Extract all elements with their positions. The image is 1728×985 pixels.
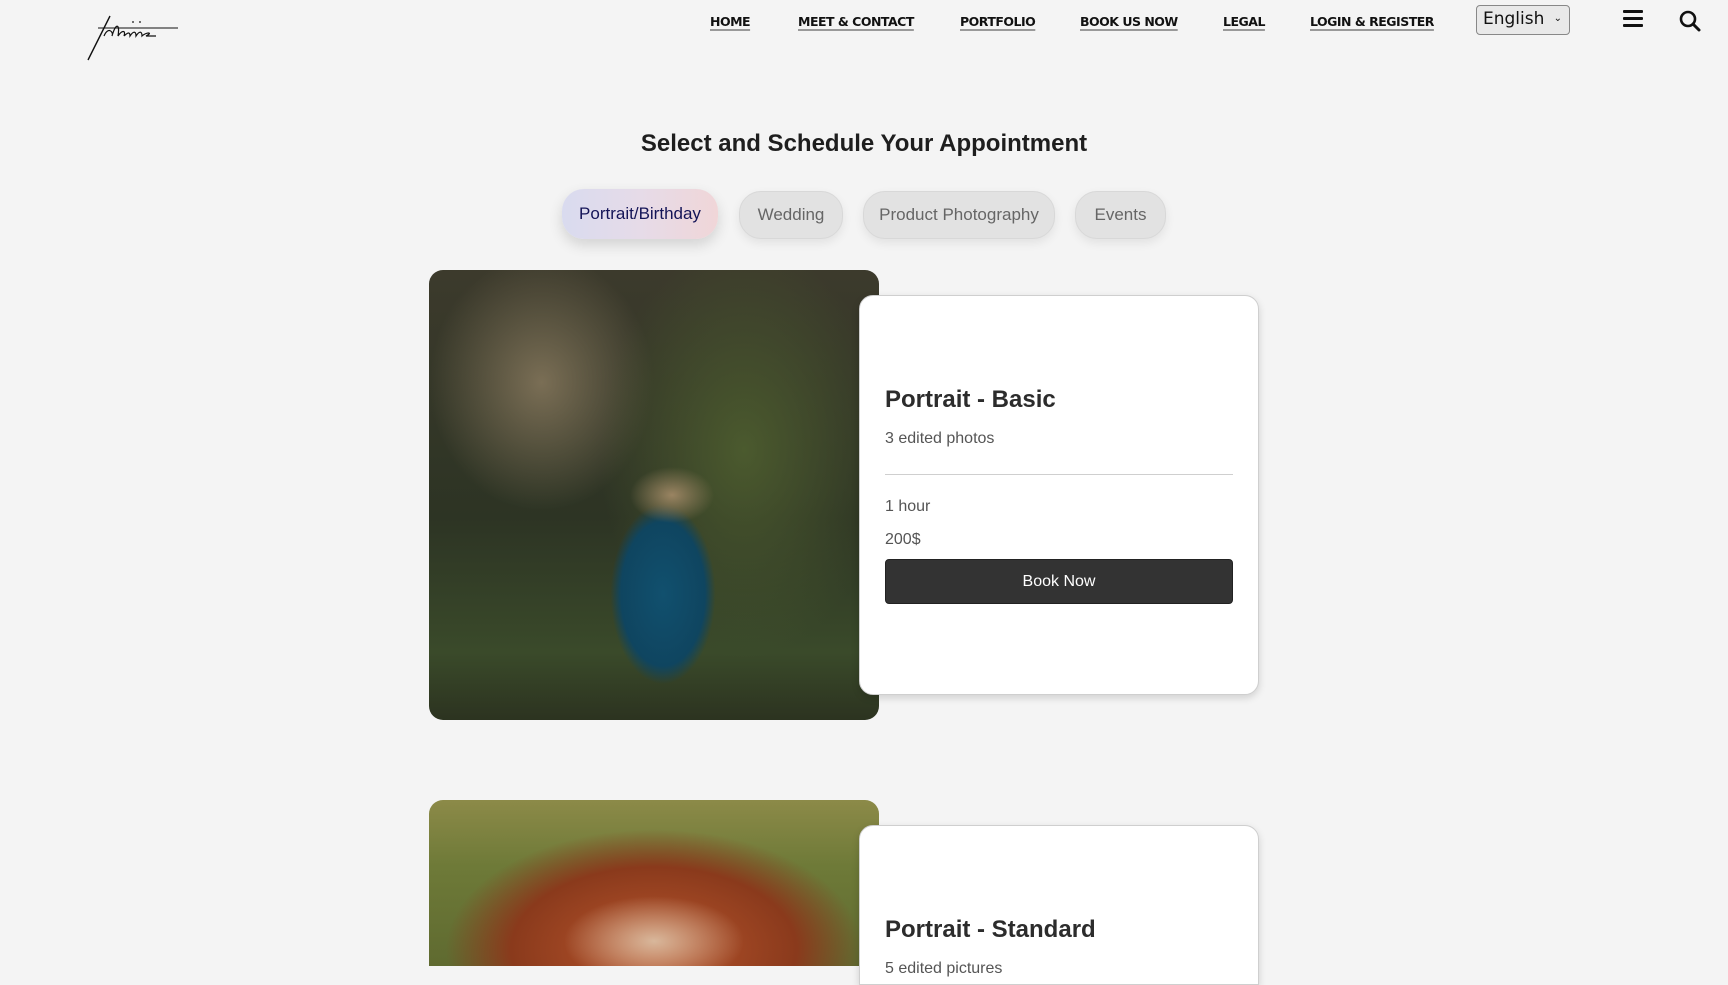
package-duration: 1 hour xyxy=(885,498,931,515)
tab-events[interactable]: Events xyxy=(1075,191,1166,239)
divider xyxy=(885,474,1233,475)
package-price: 200$ xyxy=(885,531,921,548)
hamburger-menu-icon[interactable] xyxy=(1623,10,1643,28)
tab-product-photography[interactable]: Product Photography xyxy=(863,191,1055,239)
package-card-portrait-basic: Portrait - Basic 3 edited photos 1 hour … xyxy=(859,295,1259,695)
package-image-portrait-standard xyxy=(429,800,879,966)
language-select-value: English xyxy=(1483,9,1545,29)
main-nav: HOME MEET & CONTACT PORTFOLIO BOOK US NO… xyxy=(0,12,1728,42)
nav-portfolio[interactable]: PORTFOLIO xyxy=(960,14,1036,29)
package-name: Portrait - Standard xyxy=(885,916,1096,943)
search-icon[interactable] xyxy=(1678,9,1702,33)
nav-login-register[interactable]: LOGIN & REGISTER xyxy=(1310,14,1434,29)
package-name: Portrait - Basic xyxy=(885,386,1056,413)
nav-home[interactable]: HOME xyxy=(710,14,751,29)
package-image-portrait-basic xyxy=(429,270,879,720)
tab-portrait-birthday[interactable]: Portrait/Birthday xyxy=(562,189,718,239)
nav-meet-contact[interactable]: MEET & CONTACT xyxy=(798,14,914,29)
package-card-portrait-standard: Portrait - Standard 5 edited pictures xyxy=(859,825,1259,985)
language-select[interactable]: English ⌄ xyxy=(1476,5,1570,35)
chevron-down-icon: ⌄ xyxy=(1553,13,1562,24)
nav-legal[interactable]: LEGAL xyxy=(1223,14,1265,29)
package-description: 5 edited pictures xyxy=(885,960,1003,977)
book-now-button[interactable]: Book Now xyxy=(885,559,1233,604)
tab-wedding[interactable]: Wedding xyxy=(739,191,843,239)
page-title: Select and Schedule Your Appointment xyxy=(640,130,1088,157)
nav-book-us-now[interactable]: BOOK US NOW xyxy=(1080,14,1178,29)
package-description: 3 edited photos xyxy=(885,430,995,447)
